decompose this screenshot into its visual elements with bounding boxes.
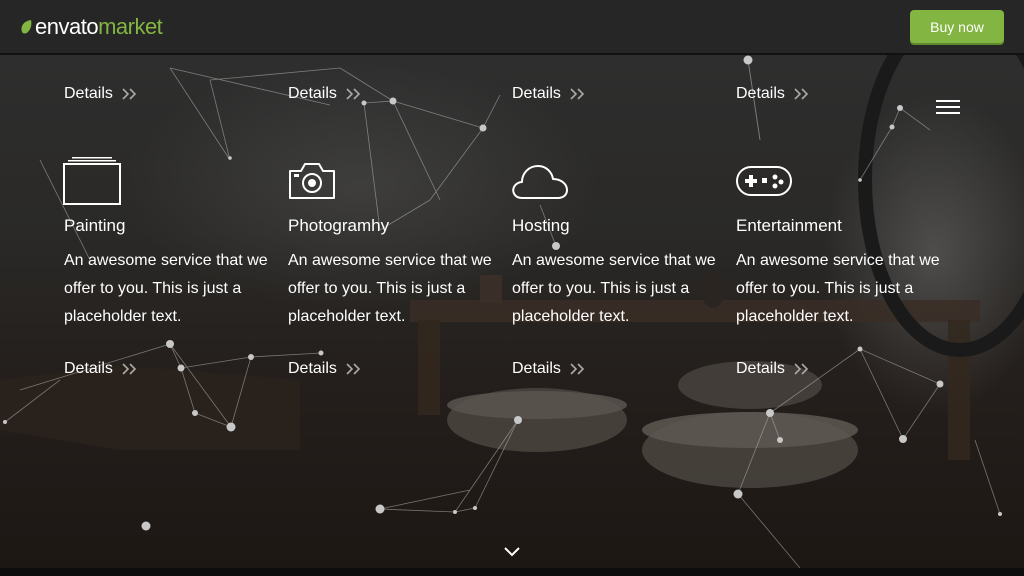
service-description: An awesome service that we offer to you.… bbox=[64, 252, 268, 325]
double-chevron-right-icon bbox=[794, 88, 809, 100]
details-label: Details bbox=[64, 85, 113, 102]
double-chevron-right-icon bbox=[794, 363, 809, 375]
service-title: Entertainment bbox=[736, 216, 842, 235]
double-chevron-right-icon bbox=[570, 363, 585, 375]
details-label: Details bbox=[512, 85, 561, 102]
details-label: Details bbox=[736, 360, 785, 377]
logo-brand-text: envato bbox=[35, 13, 99, 39]
camera-icon bbox=[289, 163, 335, 199]
service-title: Hosting bbox=[512, 216, 570, 235]
service-details-link[interactable]: Details bbox=[64, 360, 139, 378]
service-description: An awesome service that we offer to you.… bbox=[288, 252, 492, 325]
gamepad-icon bbox=[736, 166, 792, 196]
cloud-icon bbox=[512, 165, 568, 199]
service-description: An awesome service that we offer to you.… bbox=[736, 252, 940, 325]
double-chevron-right-icon bbox=[122, 363, 137, 375]
logo-market-text: market bbox=[98, 13, 163, 39]
menu-hamburger-icon[interactable] bbox=[936, 100, 960, 116]
details-label: Details bbox=[512, 360, 561, 377]
details-label: Details bbox=[736, 85, 785, 102]
top-details-link[interactable]: Details bbox=[64, 85, 139, 103]
top-details-link[interactable]: Details bbox=[288, 85, 363, 103]
bottom-bar bbox=[0, 568, 1024, 576]
envato-market-logo[interactable]: envato market bbox=[20, 13, 163, 40]
double-chevron-right-icon bbox=[346, 88, 361, 100]
service-description: An awesome service that we offer to you.… bbox=[512, 252, 716, 325]
service-details-link[interactable]: Details bbox=[512, 360, 587, 378]
leaf-icon bbox=[21, 19, 32, 33]
buy-now-button[interactable]: Buy now bbox=[910, 10, 1004, 43]
scroll-down-chevron-icon[interactable] bbox=[502, 545, 522, 559]
top-bar: envato market Buy now bbox=[0, 0, 1024, 54]
service-details-link[interactable]: Details bbox=[288, 360, 363, 378]
service-details-link[interactable]: Details bbox=[736, 360, 811, 378]
double-chevron-right-icon bbox=[346, 363, 361, 375]
hero-section: Details Painting An awesome service that… bbox=[0, 55, 1024, 568]
details-label: Details bbox=[288, 85, 337, 102]
details-label: Details bbox=[288, 360, 337, 377]
double-chevron-right-icon bbox=[122, 88, 137, 100]
double-chevron-right-icon bbox=[570, 88, 585, 100]
service-title: Photogramhy bbox=[288, 216, 390, 235]
painting-icon bbox=[63, 157, 121, 205]
top-details-link[interactable]: Details bbox=[512, 85, 587, 103]
service-title: Painting bbox=[64, 216, 126, 235]
details-label: Details bbox=[64, 360, 113, 377]
top-details-link[interactable]: Details bbox=[736, 85, 811, 103]
